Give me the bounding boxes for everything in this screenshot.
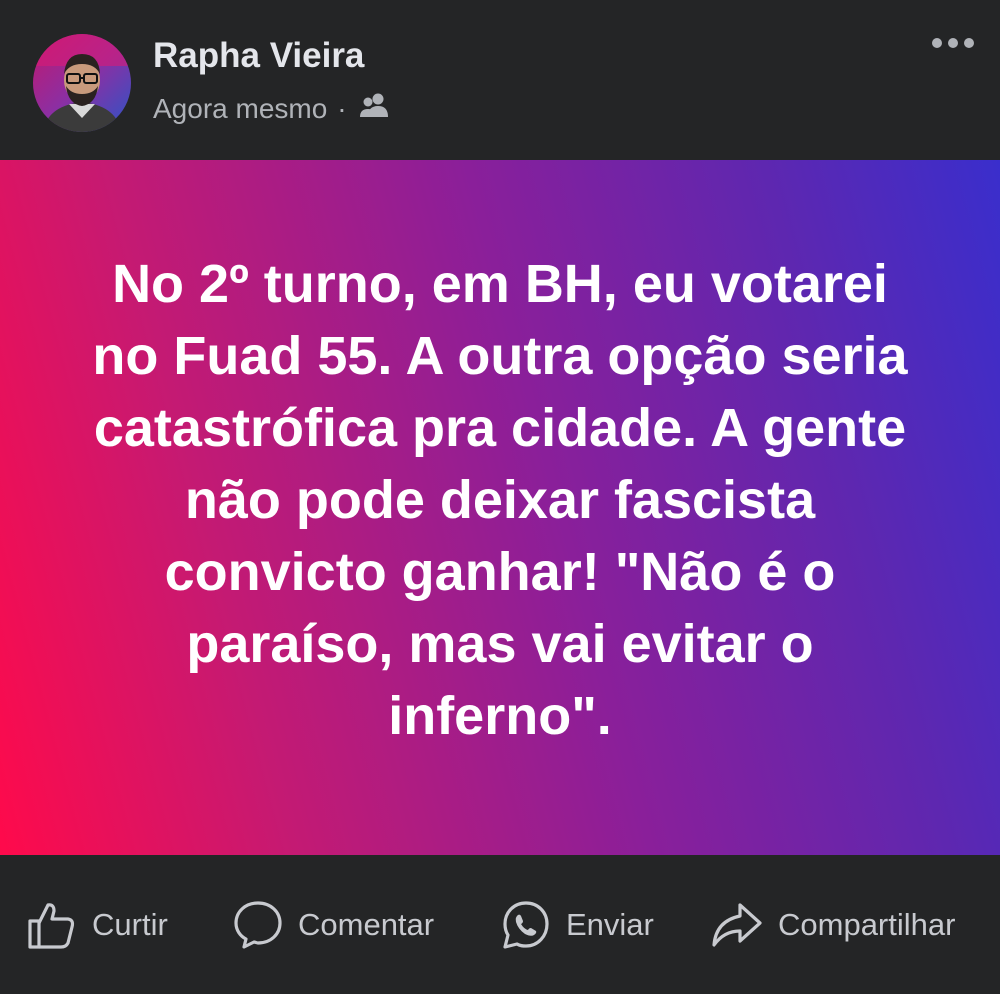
more-options-icon[interactable] xyxy=(932,38,974,48)
meta-separator: · xyxy=(337,92,347,124)
comment-icon xyxy=(232,899,284,951)
share-icon xyxy=(710,899,764,951)
post-content: No 2º turno, em BH, eu votarei no Fuad 5… xyxy=(0,160,1000,855)
post-text: No 2º turno, em BH, eu votarei no Fuad 5… xyxy=(92,253,908,746)
share-label: Compartilhar xyxy=(778,906,956,942)
avatar[interactable] xyxy=(33,34,131,132)
whatsapp-icon xyxy=(500,899,552,951)
share-button[interactable]: Compartilhar xyxy=(710,855,955,994)
thumbs-up-icon xyxy=(26,899,78,951)
send-label: Enviar xyxy=(566,906,654,942)
like-button[interactable]: Curtir xyxy=(26,855,168,994)
post-header: Rapha Vieira Agora mesmo · xyxy=(0,0,1000,160)
post-meta: Agora mesmo · xyxy=(153,92,391,125)
like-label: Curtir xyxy=(92,906,168,942)
action-bar: Curtir Comentar Enviar Compartilhar xyxy=(0,855,1000,994)
friends-icon[interactable] xyxy=(359,92,391,125)
timestamp[interactable]: Agora mesmo xyxy=(153,93,327,125)
author-name[interactable]: Rapha Vieira xyxy=(153,36,364,76)
comment-label: Comentar xyxy=(298,906,435,942)
send-button[interactable]: Enviar xyxy=(500,855,654,994)
avatar-image xyxy=(33,34,131,132)
comment-button[interactable]: Comentar xyxy=(232,855,434,994)
